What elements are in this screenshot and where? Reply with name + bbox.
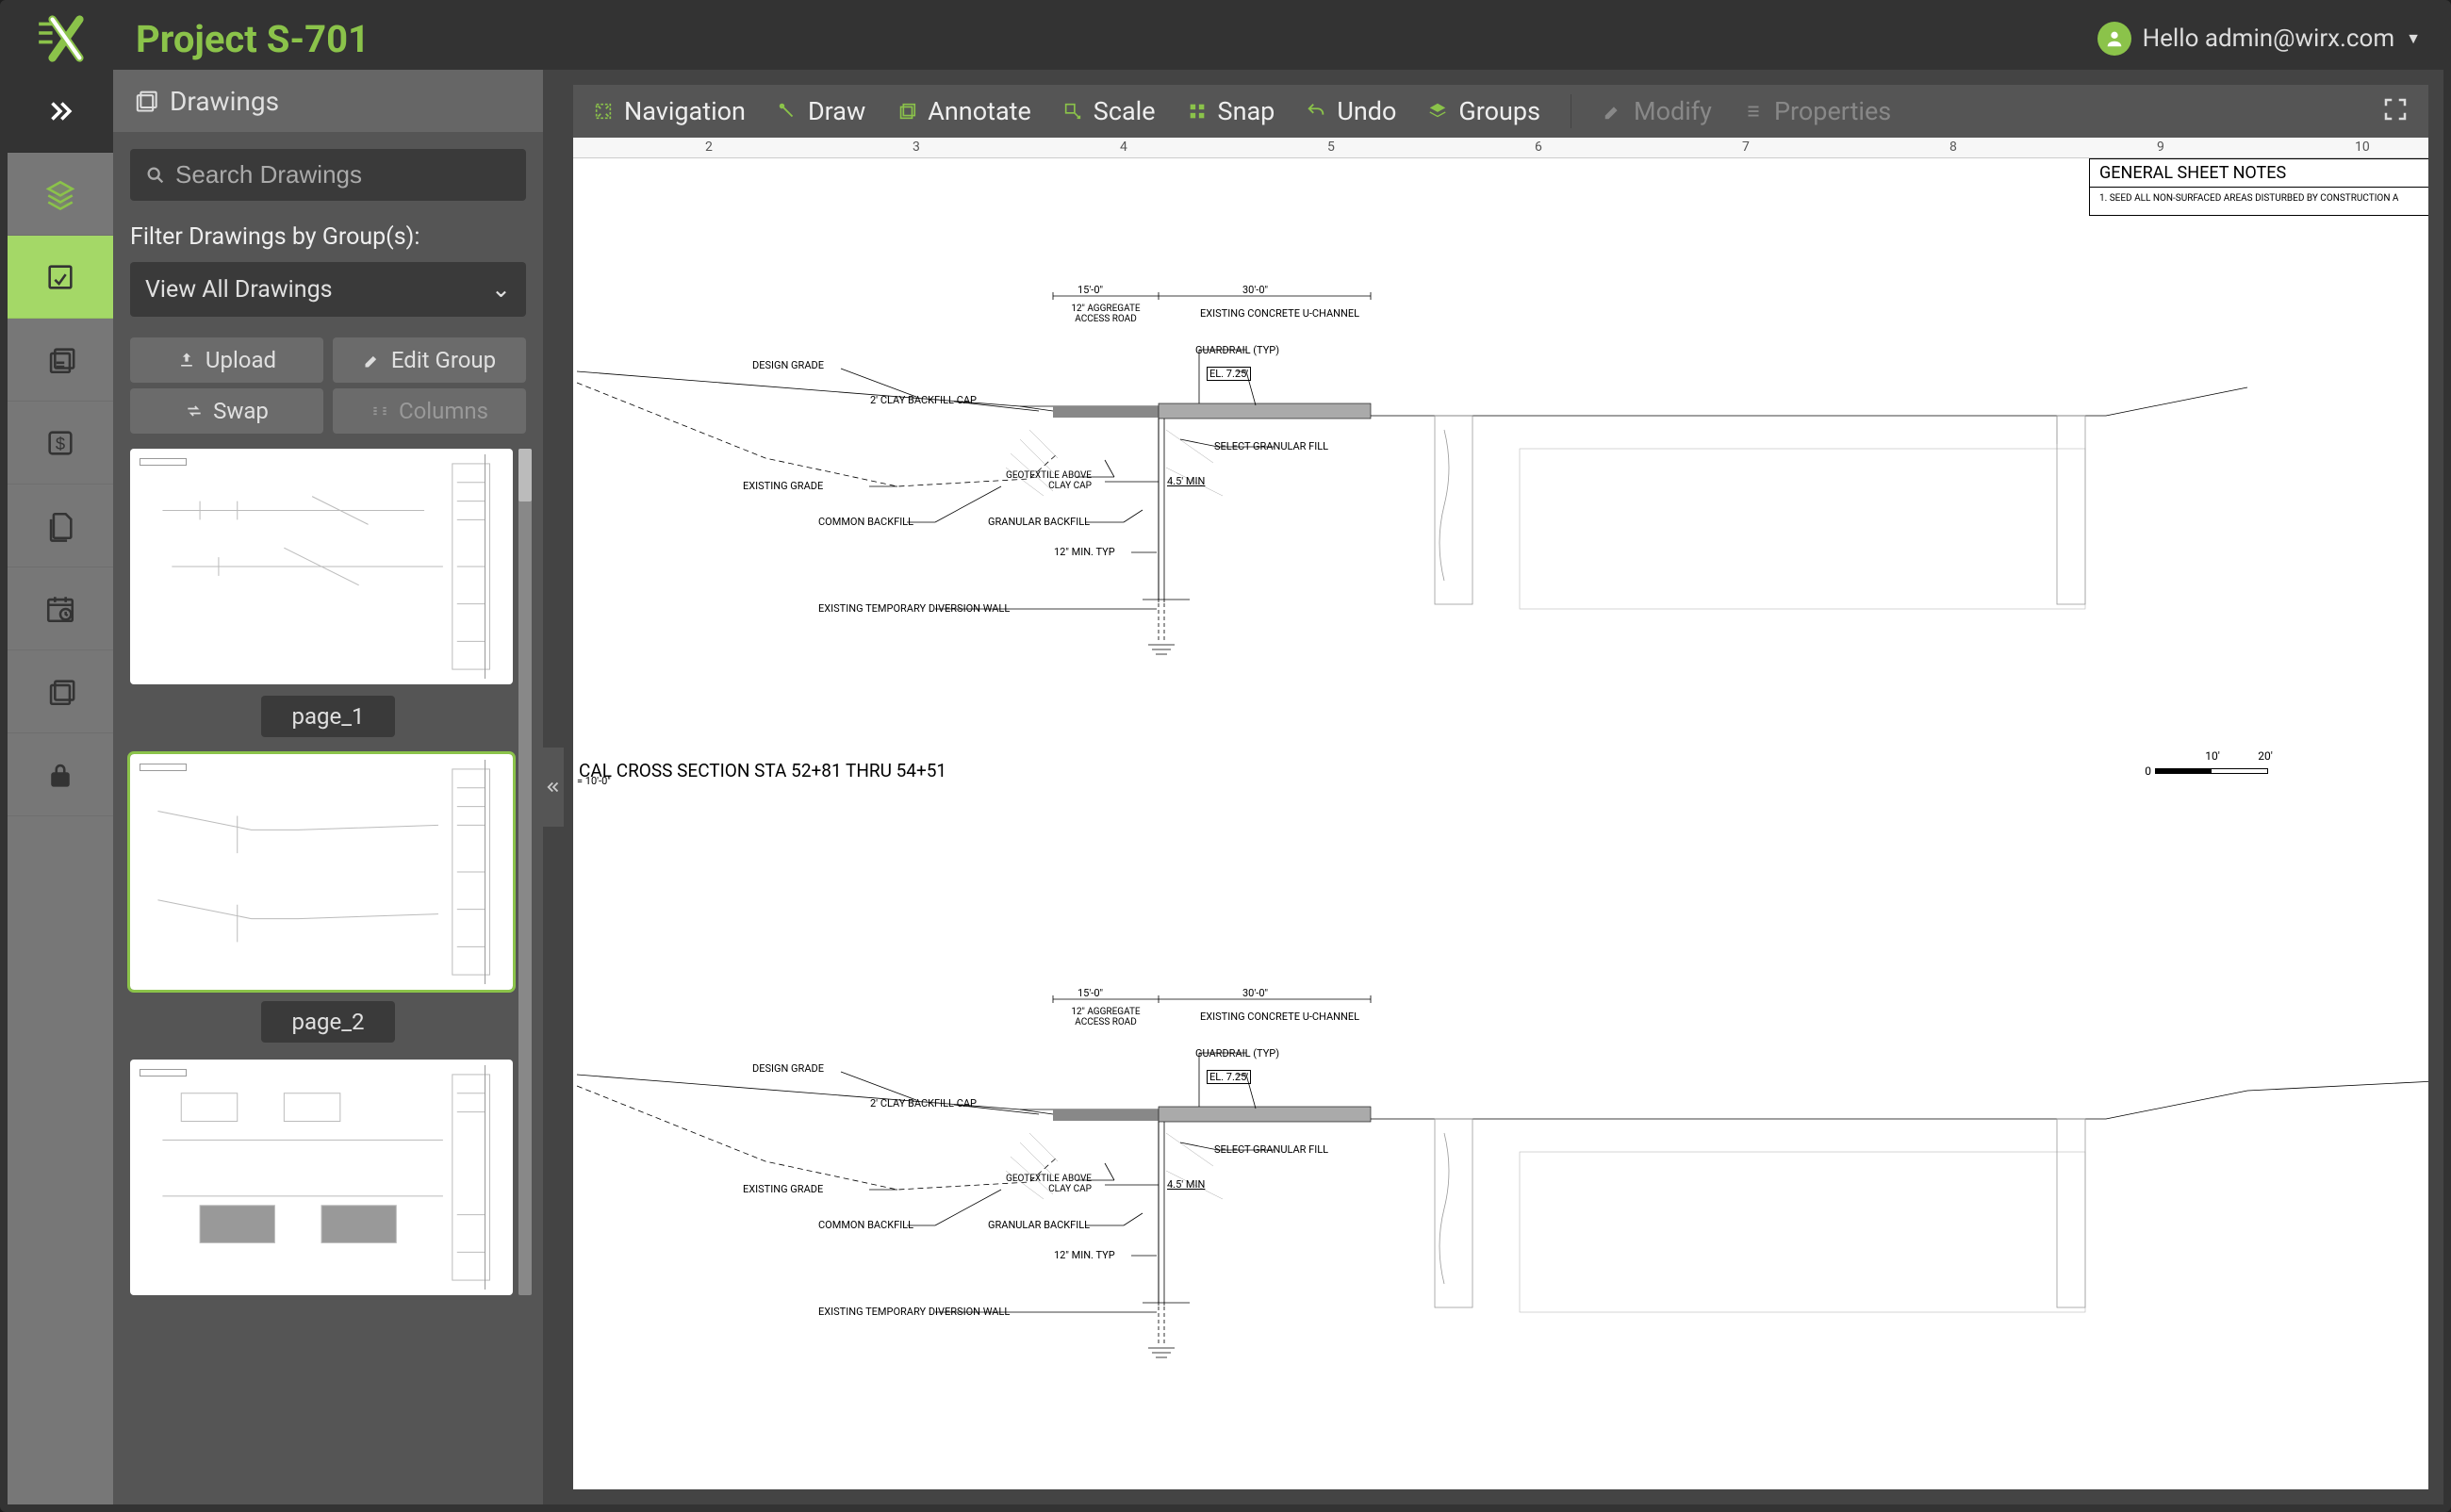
label-12min: 12" MIN. TYP <box>1054 546 1115 558</box>
logo <box>8 8 113 70</box>
snap-icon <box>1186 100 1209 123</box>
draw-tool[interactable]: Draw <box>776 96 865 126</box>
collapse-sidebar-button[interactable] <box>543 748 564 827</box>
chevron-down-icon: ▼ <box>2406 29 2421 48</box>
label-design-grade: DESIGN GRADE <box>752 359 824 371</box>
horizontal-ruler: 2 3 4 5 6 7 8 9 10 <box>573 138 2428 158</box>
search-input[interactable] <box>175 160 511 189</box>
rail-item-schedule[interactable] <box>8 567 113 650</box>
scale-tool[interactable]: Scale <box>1061 96 1156 126</box>
chevron-down-icon: ⌄ <box>491 275 511 304</box>
filter-select[interactable]: View All Drawings ⌄ <box>130 262 526 317</box>
pencil-icon <box>363 351 382 370</box>
scale-icon <box>1061 100 1084 123</box>
user-greeting: Hello admin@wirx.com <box>2143 25 2395 53</box>
cross-section-lower: 15'-0" 30'-0" 12" AGGREGATE ACCESS ROAD … <box>573 945 2428 1482</box>
sidebar-header: Drawings <box>113 70 543 132</box>
groups-icon <box>1426 100 1449 123</box>
label-uchannel: EXISTING CONCRETE U-CHANNEL <box>1200 307 1359 320</box>
left-rail: $ <box>8 8 113 1504</box>
label-granular-backfill: GRANULAR BACKFILL <box>988 516 1090 528</box>
upload-button[interactable]: Upload <box>130 337 323 383</box>
fullscreen-button[interactable] <box>2381 95 2410 127</box>
undo-tool[interactable]: Undo <box>1305 96 1396 126</box>
label-existing-grade: EXISTING GRADE <box>743 480 823 492</box>
undo-icon <box>1305 100 1327 123</box>
rail-item-lock[interactable] <box>8 733 113 816</box>
search-input-wrapper[interactable] <box>130 149 526 201</box>
annotate-icon <box>896 100 918 123</box>
dim-30: 30'-0" <box>1242 284 1268 296</box>
label-guardrail: GUARDRAIL (TYP) <box>1195 344 1279 356</box>
filter-label: Filter Drawings by Group(s): <box>130 223 526 251</box>
list-icon <box>1742 100 1765 123</box>
swap-button[interactable]: Swap <box>130 388 323 434</box>
label-diversion-wall: EXISTING TEMPORARY DIVERSION WALL <box>818 602 1010 615</box>
navigation-tool[interactable]: Navigation <box>592 96 746 126</box>
thumbnail-page-3[interactable] <box>130 1060 513 1295</box>
columns-button[interactable]: Columns <box>333 388 526 434</box>
label-aggregate-road: 12" AGGREGATE ACCESS ROAD <box>1063 304 1148 324</box>
avatar-icon <box>2097 22 2131 56</box>
properties-tool[interactable]: Properties <box>1742 96 1891 126</box>
annotate-tool[interactable]: Annotate <box>896 96 1031 126</box>
rail-item-cost[interactable]: $ <box>8 402 113 485</box>
sheet-note-1: 1. SEED ALL NON-SURFACED AREAS DISTURBED… <box>2090 188 2428 215</box>
project-title: Project S-701 <box>136 17 370 61</box>
pencil-icon <box>1602 100 1624 123</box>
thumbnail-scrollbar[interactable] <box>518 449 532 1295</box>
label-select-fill: SELECT GRANULAR FILL <box>1214 440 1328 452</box>
rail-item-drawings[interactable] <box>8 236 113 319</box>
scale-bar: 0 10' 20' <box>2145 764 2268 778</box>
dim-15: 15'-0" <box>1077 284 1103 296</box>
columns-icon <box>370 402 389 420</box>
drawing-canvas[interactable]: 2 3 4 5 6 7 8 9 10 GENERAL SHEET NOTES 1… <box>573 138 2428 1489</box>
section-title: CAL CROSS SECTION STA 52+81 THRU 54+51 <box>579 760 946 781</box>
thumbnail-page-2[interactable] <box>130 754 513 990</box>
edit-group-button[interactable]: Edit Group <box>333 337 526 383</box>
sheet-notes-header: GENERAL SHEET NOTES <box>2090 159 2428 188</box>
navigation-icon <box>592 100 615 123</box>
label-45min: 4.5' MIN <box>1167 475 1205 487</box>
rail-item-sheets[interactable] <box>8 319 113 402</box>
label-clay-cap: 2' CLAY BACKFILL CAP <box>870 394 977 406</box>
topbar: Project S-701 Hello admin@wirx.com ▼ <box>113 8 2443 70</box>
label-common-backfill: COMMON BACKFILL <box>818 516 913 528</box>
cross-section-upper: 15'-0" 30'-0" 12" AGGREGATE ACCESS ROAD … <box>573 241 2428 779</box>
filter-value: View All Drawings <box>145 276 333 304</box>
label-geotextile: GEOTEXTILE ABOVE CLAY CAP <box>997 470 1092 491</box>
rail-item-copies[interactable] <box>8 650 113 733</box>
search-icon <box>145 164 166 187</box>
thumbnail-page-1[interactable] <box>130 449 513 684</box>
swap-icon <box>185 402 204 420</box>
groups-tool[interactable]: Groups <box>1426 96 1540 126</box>
thumbnail-label: page_2 <box>261 1001 394 1043</box>
thumbnail-label: page_1 <box>261 696 394 737</box>
rail-item-layers[interactable] <box>8 153 113 236</box>
snap-tool[interactable]: Snap <box>1186 96 1275 126</box>
canvas-toolbar: Navigation Draw Annotate Scale Snap Undo… <box>573 85 2428 138</box>
rail-expand-button[interactable] <box>8 70 113 153</box>
upload-icon <box>177 351 196 370</box>
modify-tool[interactable]: Modify <box>1602 96 1712 126</box>
sidebar-title: Drawings <box>170 86 279 117</box>
label-el: EL. 7.25' <box>1207 367 1251 381</box>
user-menu[interactable]: Hello admin@wirx.com ▼ <box>2097 22 2421 56</box>
scale-note: = 10'-0" <box>577 775 611 787</box>
rail-item-documents[interactable] <box>8 485 113 567</box>
drawings-sidebar: Drawings Filter Drawings by Group(s): Vi… <box>113 70 543 1504</box>
svg-text:$: $ <box>56 434 65 453</box>
sheet-notes-box: GENERAL SHEET NOTES 1. SEED ALL NON-SURF… <box>2089 158 2428 216</box>
draw-icon <box>776 100 798 123</box>
